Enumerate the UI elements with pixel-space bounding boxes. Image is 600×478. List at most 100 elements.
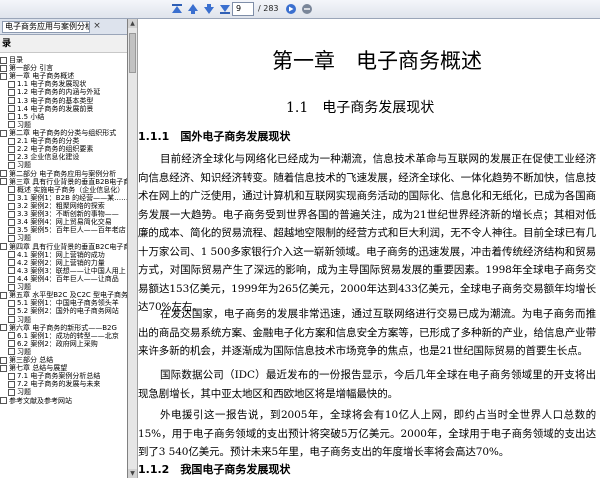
pane-header: 录 [0,35,127,53]
subsection-title: 1.1.2 我国电子商务发展现状 [138,463,291,476]
first-page-icon[interactable] [170,2,184,16]
tree-node-icon [8,137,15,145]
tree-node-icon [8,283,15,291]
tree-node-icon [8,372,15,380]
toc-item[interactable]: 第一部分 引言 [0,64,127,72]
document-page: 第一章 电子商务概述 1.1 电子商务发展现状 1.1.1 国外电子商务发展现状… [138,19,600,478]
toc-item[interactable]: 习题 [0,348,127,356]
toc-item[interactable]: 3.4 案例4：网上贸易简化交易 [0,218,127,226]
toc-item[interactable]: 目录 [0,56,127,64]
scroll-down-icon[interactable]: ▼ [128,469,137,478]
tree-node-icon [8,113,15,121]
section-title: 1.1 电子商务发展现状 [286,100,435,116]
tree-node-icon [8,80,15,88]
document-tab[interactable]: 电子商务应用与案例分析_... [2,21,90,33]
toolbar: 9 / 283 [0,0,600,19]
toc-item[interactable]: 第五章 水平型B2C 及C2C 型电子商务 [0,291,127,299]
toc-item[interactable]: 4.2 案例2：网上营销的力量 [0,259,127,267]
toc-item[interactable]: 习题 [0,161,127,169]
toc-item[interactable]: 6.2 案例2：政府网上采购 [0,340,127,348]
pane-scrollbar[interactable]: ▲ ▼ [128,19,138,478]
tree-node-icon [8,251,15,259]
toc-item[interactable]: 第六章 电子商务的新形式——B2G [0,324,127,332]
previous-page-icon[interactable] [186,2,200,16]
scroll-thumb[interactable] [129,33,136,73]
tree-node-icon [8,316,15,324]
close-tab-icon[interactable]: × [92,21,102,32]
toc-item[interactable]: 1.4 电子商务的发展前景 [0,105,127,113]
toc-item[interactable]: 3.3 案例3：不断创新的事物—— [0,210,127,218]
subsection-title: 1.1.1 国外电子商务发展现状 [138,130,291,143]
tree-node-icon [0,178,7,186]
toc-item[interactable]: 5.1 案例1：中国电子商务领头羊 [0,299,127,307]
last-page-icon[interactable] [218,2,232,16]
toc-item[interactable]: 第七章 总结与展望 [0,364,127,372]
tree-node-icon [8,145,15,153]
toc-item[interactable]: 3.2 案例2：粗聚网络的探索 [0,202,127,210]
tree-node-icon [8,275,15,283]
toc-item[interactable]: 2.3 企业信息化建设 [0,153,127,161]
toc-item[interactable]: 1.1 电子商务发展现状 [0,80,127,88]
tree-node-icon [0,72,7,80]
toc-item[interactable]: 3.5 案例5：百年巨人——百年老店 [0,226,127,234]
tree-node-icon [8,121,15,129]
toc-item[interactable]: 4.3 案例3：联想——让中国人用上 [0,267,127,275]
tree-node-icon [0,56,7,64]
toc-item[interactable]: 1.3 电子商务的基本类型 [0,97,127,105]
toc-item[interactable]: 7.2 电子商务的发展与未来 [0,380,127,388]
chapter-title: 第一章 电子商务概述 [272,49,482,73]
document-tab-bar: 电子商务应用与案例分析_... × [0,19,127,35]
tree-node-icon [8,226,15,234]
toc-item[interactable]: 第二部分 电子商务应用与案例分析 [0,170,127,178]
toc-item[interactable]: 2.1 电子商务的分类 [0,137,127,145]
toc-item[interactable]: 5.2 案例2：国外的电子商务网站 [0,307,127,315]
toc-item[interactable]: 4.4 案例4：百年巨人——让商品 [0,275,127,283]
toc-item[interactable]: 第一章 电子商务概述 [0,72,127,80]
tree-node-icon [8,186,15,194]
go-to-page-icon[interactable] [284,2,298,16]
toc-item[interactable]: 概述 实施电子商务（企业信息化） [0,186,127,194]
zoom-out-icon[interactable] [300,2,314,16]
tree-node-icon [0,243,7,251]
toc-item[interactable]: 7.1 电子商务案例分析总结 [0,372,127,380]
tree-node-icon [8,299,15,307]
paragraph: 外电援引这一报告说，到2005年，全球将会有10亿人上网，即约占当时全世界人口总… [138,409,596,458]
tree-node-icon [8,210,15,218]
tree-node-icon [8,389,15,397]
tree-node-icon [8,259,15,267]
toc-item[interactable]: 3.1 案例1：B2B 的经营——某…… [0,194,127,202]
scroll-up-icon[interactable]: ▲ [128,19,137,28]
paragraph: 在发达国家，电子商务的发展非常迅速，通过互联网络进行交易已成为潮流。为电子商务而… [138,308,596,357]
tree-node-icon [0,129,7,137]
tree-node-icon [8,307,15,315]
toc-item[interactable]: 第三部分 总结 [0,356,127,364]
toc-list: 目录 第一部分 引言 第一章 电子商务概述 1.1 电子商务发展现状 1.2 电… [0,56,127,405]
next-page-icon[interactable] [202,2,216,16]
tree-node-icon [0,397,7,405]
toc-item[interactable]: 6.1 案例1：成功的转型——北京 [0,332,127,340]
toc-item[interactable]: 第四章 具有行业背景的垂直B2C电子商务 [0,243,127,251]
page-number-input[interactable]: 9 [232,2,254,16]
tree-node-icon [8,161,15,169]
toc-item[interactable]: 1.2 电子商务的内涵与外延 [0,88,127,96]
tree-node-icon [8,348,15,356]
toc-item[interactable]: 参考文献及参考网站 [0,397,127,405]
toc-item[interactable]: 第二章 电子商务的分类与组织形式 [0,129,127,137]
tree-node-icon [0,356,7,364]
toc-item[interactable]: 1.5 小结 [0,113,127,121]
toc-item[interactable]: 习题 [0,121,127,129]
toc-item[interactable]: 习题 [0,388,127,397]
tree-node-icon [8,267,15,275]
tree-node-icon [8,97,15,105]
tree-node-icon [0,291,7,299]
toc-item[interactable]: 4.1 案例1：网上营销的成功 [0,251,127,259]
tree-node-icon [8,340,15,348]
toc-item[interactable]: 2.2 电子商务的组织要素 [0,145,127,153]
tree-node-icon [0,324,7,332]
toc-item[interactable]: 习题 [0,283,127,291]
toc-item[interactable]: 习题 [0,316,127,324]
toc-item[interactable]: 第三章 具有行业背景的垂直B2B电子商务 [0,178,127,186]
tree-node-icon [8,234,15,242]
tree-node-icon [8,153,15,161]
toc-item[interactable]: 习题 [0,234,127,242]
